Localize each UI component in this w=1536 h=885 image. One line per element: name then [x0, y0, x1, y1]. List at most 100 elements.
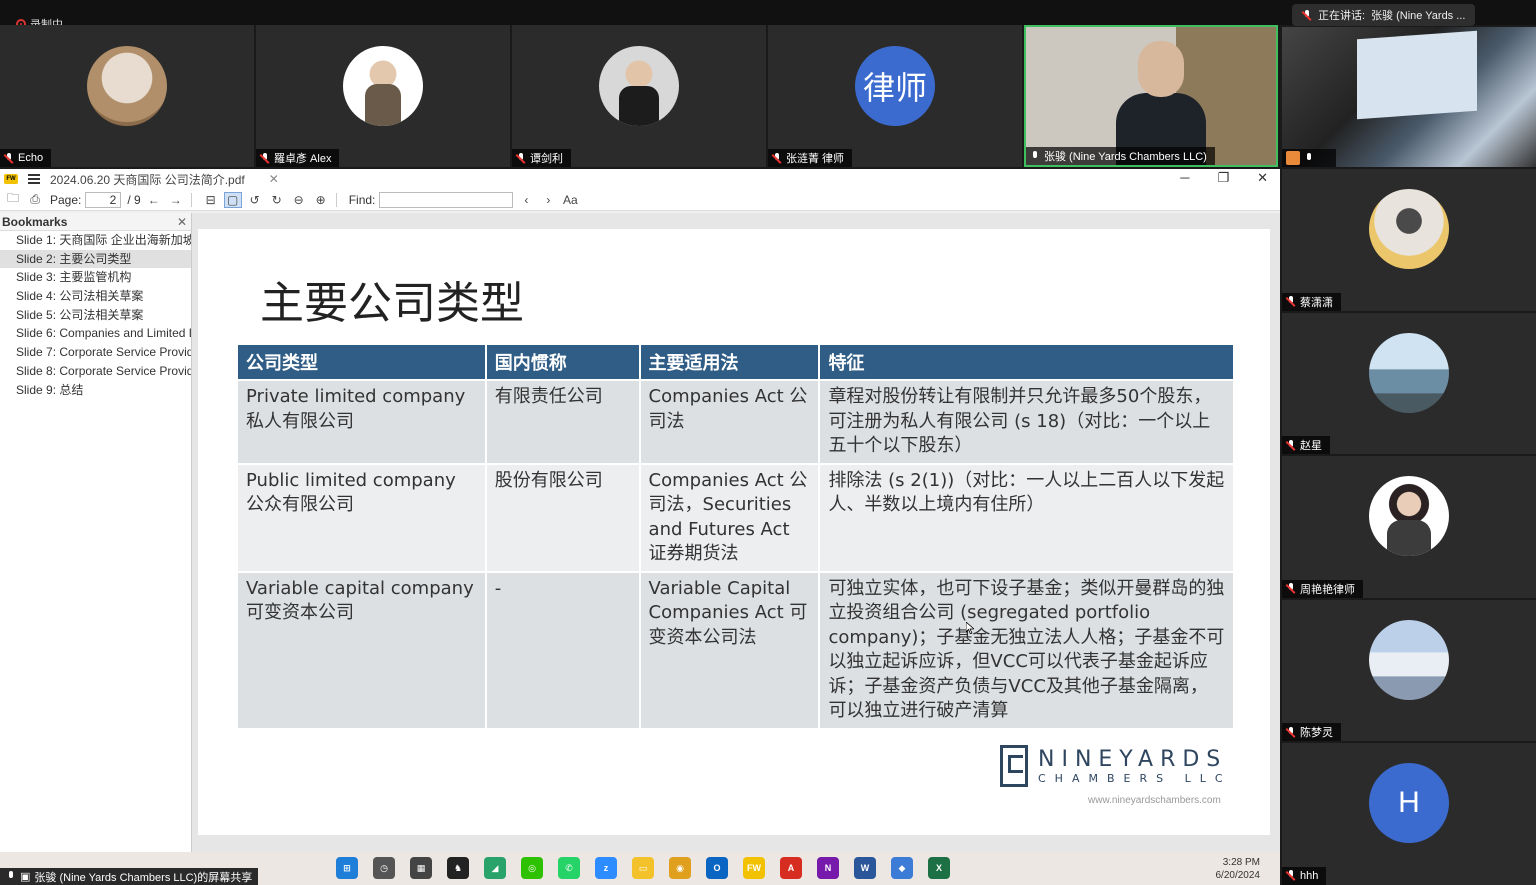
zoom-meeting-window: 录制中 Echo 羅卓彥 Alex 谭剑利 律师 张涟菁 律师 张骏 (Nine…: [0, 0, 1536, 885]
avatar: [1369, 619, 1449, 700]
mic-muted-icon: [1286, 726, 1296, 738]
calculator-icon[interactable]: ▦: [410, 857, 432, 879]
excel-icon[interactable]: X: [928, 857, 950, 879]
prev-page-icon[interactable]: ←: [145, 192, 163, 208]
zoom-icon[interactable]: z: [595, 857, 617, 879]
logo-url: www.nineyardschambers.com: [1088, 795, 1221, 806]
bookmarks-title: Bookmarks: [2, 214, 68, 229]
participant-name: 张骏 (Nine Yards Chambers LLC): [1044, 151, 1207, 163]
participant-tile[interactable]: 律师 张涟菁 律师: [768, 25, 1022, 167]
participant-tile[interactable]: 蔡潇潇: [1282, 169, 1536, 311]
zoom-out-icon[interactable]: ⊖: [290, 192, 308, 208]
avatar: [343, 46, 423, 126]
zoom-in-icon[interactable]: ⊕: [312, 192, 330, 208]
bookmark-item[interactable]: Slide 9: 总结: [0, 381, 191, 400]
find-prev-icon[interactable]: ‹: [517, 192, 535, 208]
column-header: 主要适用法: [639, 345, 821, 380]
minimize-icon[interactable]: ─: [1180, 170, 1189, 186]
table-cell: 章程对股份转让有限制并只允许最多50个股东，可注册为私人有限公司 (s 18)（…: [819, 379, 1235, 464]
word-icon[interactable]: W: [854, 857, 876, 879]
windows-start-icon[interactable]: ⊞: [336, 857, 358, 879]
slide-title: 主要公司类型: [260, 278, 524, 329]
outlook-icon[interactable]: O: [706, 857, 728, 879]
find-next-icon[interactable]: ›: [539, 192, 557, 208]
screen-share-label: ▣ 张骏 (Nine Yards Chambers LLC)的屏幕共享: [0, 868, 259, 885]
share-label-text: 张骏 (Nine Yards Chambers LLC)的屏幕共享: [34, 871, 253, 884]
bookmark-item[interactable]: Slide 6: Companies and Limited L: [0, 324, 191, 343]
rotate-right-icon[interactable]: ↻: [268, 192, 286, 208]
close-panel-icon[interactable]: ✕: [177, 215, 187, 229]
avatar: [1369, 332, 1449, 413]
chess-icon[interactable]: ♞: [447, 857, 469, 879]
company-types-table: 公司类型 国内惯称 主要适用法 特征 Private limited compa…: [238, 345, 1235, 728]
bookmark-item[interactable]: Slide 7: Corporate Service Provide: [0, 343, 191, 362]
user-icon: [1286, 151, 1300, 165]
title-bar: FW 2024.06.20 天商国际 公司法简介.pdf ✕ ─ ❐ ✕: [0, 169, 1280, 189]
match-case-icon[interactable]: Aa: [561, 192, 579, 208]
bookmark-item[interactable]: Slide 8: Corporate Service Provide: [0, 362, 191, 381]
foxit-icon[interactable]: FW: [743, 857, 765, 879]
speaking-indicator: 正在讲话: 张骏 (Nine Yards ...: [1292, 4, 1476, 26]
next-page-icon[interactable]: →: [167, 192, 185, 208]
page-number-input[interactable]: 2: [85, 191, 122, 208]
table-cell: 排除法 (s 2(1))（对比：一人以上二百人以下发起人、半数以上境内有住所）: [819, 462, 1235, 572]
nineyards-logo-icon: [1000, 745, 1028, 787]
participant-column: 蔡潇潇 赵星 周艳艳律师 陈梦灵 H hhh: [1282, 169, 1536, 885]
system-clock[interactable]: 3:28 PM 6/20/2024: [1200, 856, 1261, 882]
table-cell: Companies Act 公司法，Securities and Futures…: [639, 462, 821, 572]
participant-tile-active-speaker[interactable]: 张骏 (Nine Yards Chambers LLC): [1024, 25, 1278, 167]
participant-tile[interactable]: 周艳艳律师: [1282, 456, 1536, 598]
find-input[interactable]: [379, 191, 514, 208]
bookmark-item[interactable]: Slide 5: 公司法相关草案: [0, 306, 191, 325]
participant-tile[interactable]: 陈梦灵: [1282, 599, 1536, 742]
clock-app-icon[interactable]: ◷: [373, 857, 395, 879]
hamburger-menu-icon[interactable]: [28, 174, 40, 184]
document-viewer[interactable]: 主要公司类型 公司类型 国内惯称 主要适用法 特征 Private limite…: [192, 213, 1280, 866]
bookmark-item[interactable]: Slide 2: 主要公司类型: [0, 249, 191, 269]
avatar: [87, 46, 167, 126]
video-feed: [1357, 30, 1477, 120]
print-icon[interactable]: ⎙: [26, 192, 44, 208]
participant-tile[interactable]: 谭剑利: [512, 25, 766, 167]
fit-width-icon[interactable]: ⊟: [202, 192, 220, 208]
participant-name: 蔡潇潇: [1300, 296, 1333, 309]
rotate-left-icon[interactable]: ↺: [246, 192, 264, 208]
avatar: [599, 46, 679, 126]
participant-tile[interactable]: H hhh: [1282, 743, 1536, 885]
wechat-icon[interactable]: ◎: [521, 857, 543, 879]
close-window-icon[interactable]: ✕: [1257, 170, 1268, 186]
document-tab-title[interactable]: 2024.06.20 天商国际 公司法简介.pdf: [50, 171, 245, 188]
onenote-icon[interactable]: N: [817, 857, 839, 879]
bookmark-item[interactable]: Slide 3: 主要监管机构: [0, 268, 191, 287]
participant-tile[interactable]: 羅卓彥 Alex: [256, 25, 510, 167]
fit-page-icon[interactable]: ▢: [223, 191, 242, 208]
participant-strip: Echo 羅卓彥 Alex 谭剑利 律师 张涟菁 律师 张骏 (Nine Yar…: [0, 25, 1280, 167]
bookmark-item[interactable]: Slide 4: 公司法相关草案: [0, 287, 191, 306]
whatsapp-icon[interactable]: ✆: [558, 857, 580, 879]
close-tab-icon[interactable]: ✕: [269, 172, 279, 186]
toolbar: 🗀 ⎙ Page: 2 / 9 ← → ⊟ ▢ ↺ ↻ ⊖ ⊕ Find: ‹ …: [0, 189, 1280, 211]
participant-tile[interactable]: Echo: [0, 25, 254, 167]
column-header: 公司类型: [238, 345, 487, 380]
table-cell: Private limited company 私人有限公司: [238, 379, 487, 464]
avatar: 律师: [855, 46, 935, 126]
acrobat-icon[interactable]: A: [780, 857, 802, 879]
foxit-app-icon: FW: [4, 174, 18, 184]
participant-name: 张涟菁 律师: [786, 153, 845, 165]
mic-muted-icon: [1286, 870, 1296, 881]
mic-muted-icon: [1286, 439, 1296, 451]
bookmarks-panel: Bookmarks ✕ Slide 1: 天商国际 企业出海新加坡 Slide 2…: [0, 213, 192, 866]
bookmark-item[interactable]: Slide 1: 天商国际 企业出海新加坡: [0, 231, 191, 250]
mic-icon: [1030, 150, 1040, 162]
self-video-tile[interactable]: [1282, 27, 1536, 167]
restore-icon[interactable]: ❐: [1217, 170, 1229, 186]
file-explorer-icon[interactable]: ▭: [632, 857, 654, 879]
table-cell: Variable capital company 可变资本公司: [238, 570, 487, 728]
greenapp-icon[interactable]: ◢: [484, 857, 506, 879]
open-folder-icon[interactable]: 🗀: [4, 191, 22, 208]
chrome-icon[interactable]: ◉: [669, 857, 691, 879]
table-row: Private limited company 私人有限公司 有限责任公司 Co…: [238, 379, 1235, 464]
participant-tile[interactable]: 赵星: [1282, 312, 1536, 455]
table-cell: Variable Capital Companies Act 可变资本公司法: [639, 570, 821, 728]
teams-icon[interactable]: ◆: [891, 857, 913, 879]
